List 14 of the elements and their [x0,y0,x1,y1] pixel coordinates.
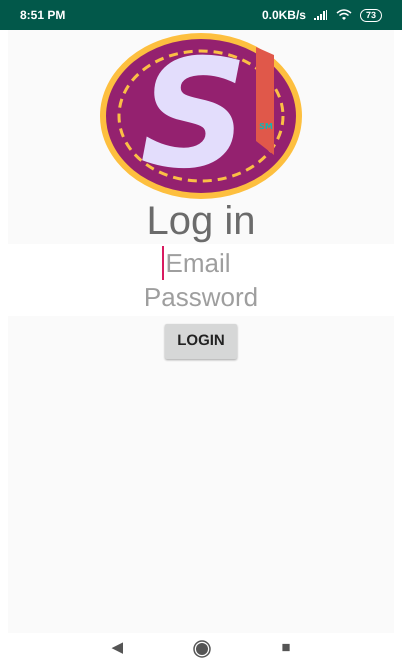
home-button[interactable] [193,640,212,658]
login-button[interactable]: LOGIN [165,324,237,358]
login-title: Log in [146,201,256,241]
back-button[interactable]: ◀ [111,637,124,660]
logo-tag: SM [259,122,273,131]
signal-icon [314,10,328,20]
recents-button[interactable]: ■ [281,637,291,660]
wifi-icon [336,9,352,21]
email-field[interactable]: Email [162,246,238,280]
network-speed: 0.0KB/s [262,7,306,24]
password-field[interactable]: Password [101,280,301,314]
status-time: 8:51 PM [20,7,66,24]
battery-level: 73 [360,8,382,22]
logo-letter: S [140,31,248,201]
